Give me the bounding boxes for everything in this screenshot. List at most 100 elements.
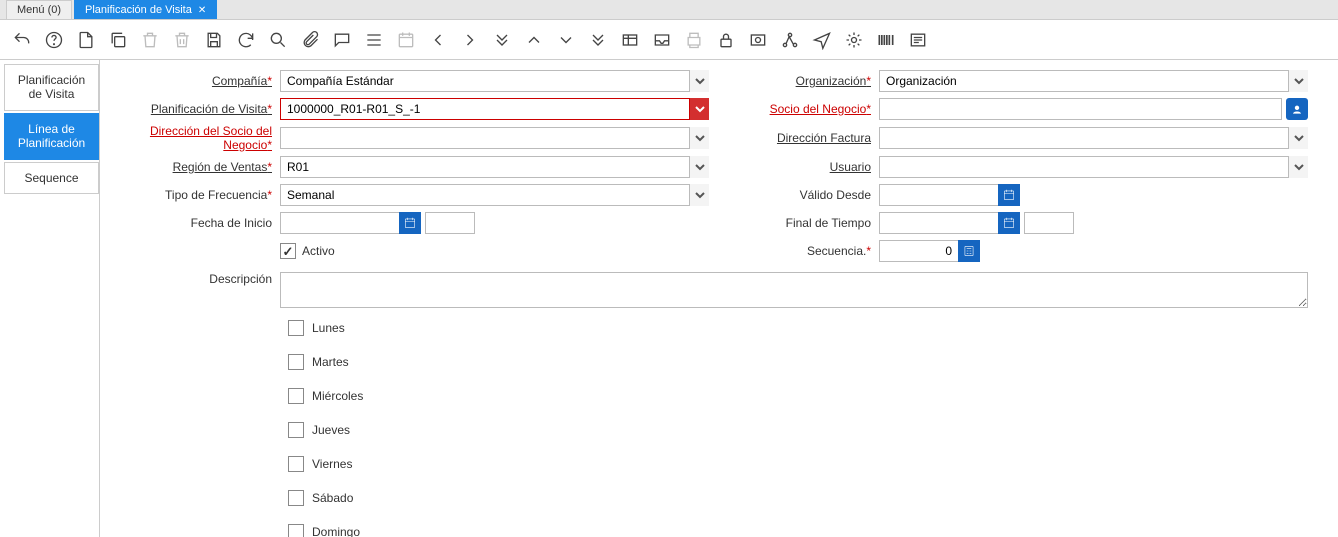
label-socio: Socio del Negocio* (709, 102, 879, 116)
datepicker-fecha-inicio[interactable] (399, 212, 421, 234)
trash-icon (170, 28, 194, 52)
field-compania[interactable] (280, 70, 709, 92)
caret-region[interactable] (689, 156, 709, 178)
label-jueves: Jueves (312, 423, 350, 437)
caret-tipo-frecuencia[interactable] (689, 184, 709, 206)
field-fecha-inicio-time[interactable] (425, 212, 475, 234)
list-icon[interactable] (362, 28, 386, 52)
form-icon[interactable] (906, 28, 930, 52)
field-plan-visita[interactable] (280, 98, 709, 120)
label-valido-desde: Válido Desde (709, 188, 879, 202)
tab-planificacion-label: Planificación de Visita (85, 4, 192, 16)
barcode-icon[interactable] (874, 28, 898, 52)
main: Planificación de Visita Línea de Planifi… (0, 60, 1338, 537)
label-fecha-inicio: Fecha de Inicio (110, 216, 280, 230)
caret-organizacion[interactable] (1288, 70, 1308, 92)
nav-item-planificacion[interactable]: Planificación de Visita (4, 64, 99, 111)
tab-planificacion[interactable]: Planificación de Visita ✕ (74, 0, 217, 19)
field-valido-desde[interactable] (879, 184, 999, 206)
new-icon[interactable] (74, 28, 98, 52)
field-tipo-frecuencia[interactable] (280, 184, 709, 206)
send-icon[interactable] (810, 28, 834, 52)
lock-icon[interactable] (714, 28, 738, 52)
label-sabado: Sábado (312, 491, 353, 505)
down-icon[interactable] (554, 28, 578, 52)
field-direccion-factura[interactable] (879, 127, 1308, 149)
checkbox-jueves[interactable] (288, 422, 304, 438)
inbox-icon[interactable] (650, 28, 674, 52)
left-nav: Planificación de Visita Línea de Planifi… (0, 60, 100, 537)
caret-compania[interactable] (689, 70, 709, 92)
datepicker-final-tiempo[interactable] (998, 212, 1020, 234)
copy-icon[interactable] (106, 28, 130, 52)
label-region: Región de Ventas* (110, 160, 280, 174)
prev-icon[interactable] (426, 28, 450, 52)
label-direccion-factura: Dirección Factura (709, 131, 879, 145)
field-final-tiempo[interactable] (879, 212, 999, 234)
field-usuario[interactable] (879, 156, 1308, 178)
label-compania: Compañía* (110, 74, 280, 88)
label-direccion-socio: Dirección del Socio del Negocio* (110, 124, 280, 152)
label-lunes: Lunes (312, 321, 345, 335)
datepicker-valido-desde[interactable] (998, 184, 1020, 206)
caret-direccion-factura[interactable] (1288, 127, 1308, 149)
checkbox-domingo[interactable] (288, 524, 304, 537)
nav-item-sequence[interactable]: Sequence (4, 162, 99, 194)
toolbar (0, 20, 1338, 60)
chat-icon[interactable] (330, 28, 354, 52)
field-socio[interactable] (879, 98, 1282, 120)
checkbox-miercoles[interactable] (288, 388, 304, 404)
gear-icon[interactable] (842, 28, 866, 52)
last-icon[interactable] (586, 28, 610, 52)
label-viernes: Viernes (312, 457, 352, 471)
caret-direccion-socio[interactable] (689, 127, 709, 149)
next-icon[interactable] (458, 28, 482, 52)
field-secuencia[interactable] (879, 240, 959, 262)
label-tipo-frecuencia: Tipo de Frecuencia* (110, 188, 280, 202)
delete-icon (138, 28, 162, 52)
nav-item-label: Línea de Planificación (18, 122, 85, 150)
help-icon[interactable] (42, 28, 66, 52)
save-icon[interactable] (202, 28, 226, 52)
flow-icon[interactable] (778, 28, 802, 52)
field-final-tiempo-time[interactable] (1024, 212, 1074, 234)
field-region[interactable] (280, 156, 709, 178)
checkbox-viernes[interactable] (288, 456, 304, 472)
tab-bar: Menú (0) Planificación de Visita ✕ (0, 0, 1338, 20)
tab-menu[interactable]: Menú (0) (6, 0, 72, 19)
checkbox-sabado[interactable] (288, 490, 304, 506)
caret-plan-visita[interactable] (689, 98, 709, 120)
field-fecha-inicio[interactable] (280, 212, 400, 234)
label-secuencia: Secuencia.* (709, 244, 879, 258)
label-martes: Martes (312, 355, 349, 369)
scan-icon[interactable] (746, 28, 770, 52)
attach-icon[interactable] (298, 28, 322, 52)
checkbox-lunes[interactable] (288, 320, 304, 336)
label-domingo: Domingo (312, 525, 360, 537)
checkbox-martes[interactable] (288, 354, 304, 370)
up-icon[interactable] (522, 28, 546, 52)
days-group: Lunes Martes Miércoles Jueves Viernes Sá… (288, 320, 1308, 537)
refresh-icon[interactable] (234, 28, 258, 52)
label-final-tiempo: Final de Tiempo (709, 216, 879, 230)
undo-icon[interactable] (10, 28, 34, 52)
first-icon[interactable] (490, 28, 514, 52)
form: Compañía* Organización* Planificación de… (100, 60, 1338, 537)
checkbox-activo[interactable] (280, 243, 296, 259)
search-icon[interactable] (266, 28, 290, 52)
lookup-socio-button[interactable] (1286, 98, 1308, 120)
caret-usuario[interactable] (1288, 156, 1308, 178)
label-descripcion: Descripción (110, 272, 280, 308)
nav-item-label: Planificación de Visita (18, 73, 85, 101)
nav-item-linea[interactable]: Línea de Planificación (4, 113, 99, 160)
label-activo: Activo (302, 244, 335, 258)
label-miercoles: Miércoles (312, 389, 363, 403)
print-icon (682, 28, 706, 52)
close-icon[interactable]: ✕ (198, 5, 206, 16)
grid-icon[interactable] (618, 28, 642, 52)
field-organizacion[interactable] (879, 70, 1308, 92)
nav-item-label: Sequence (24, 171, 78, 185)
field-direccion-socio[interactable] (280, 127, 709, 149)
field-descripcion[interactable] (280, 272, 1308, 308)
calc-secuencia-button[interactable] (958, 240, 980, 262)
